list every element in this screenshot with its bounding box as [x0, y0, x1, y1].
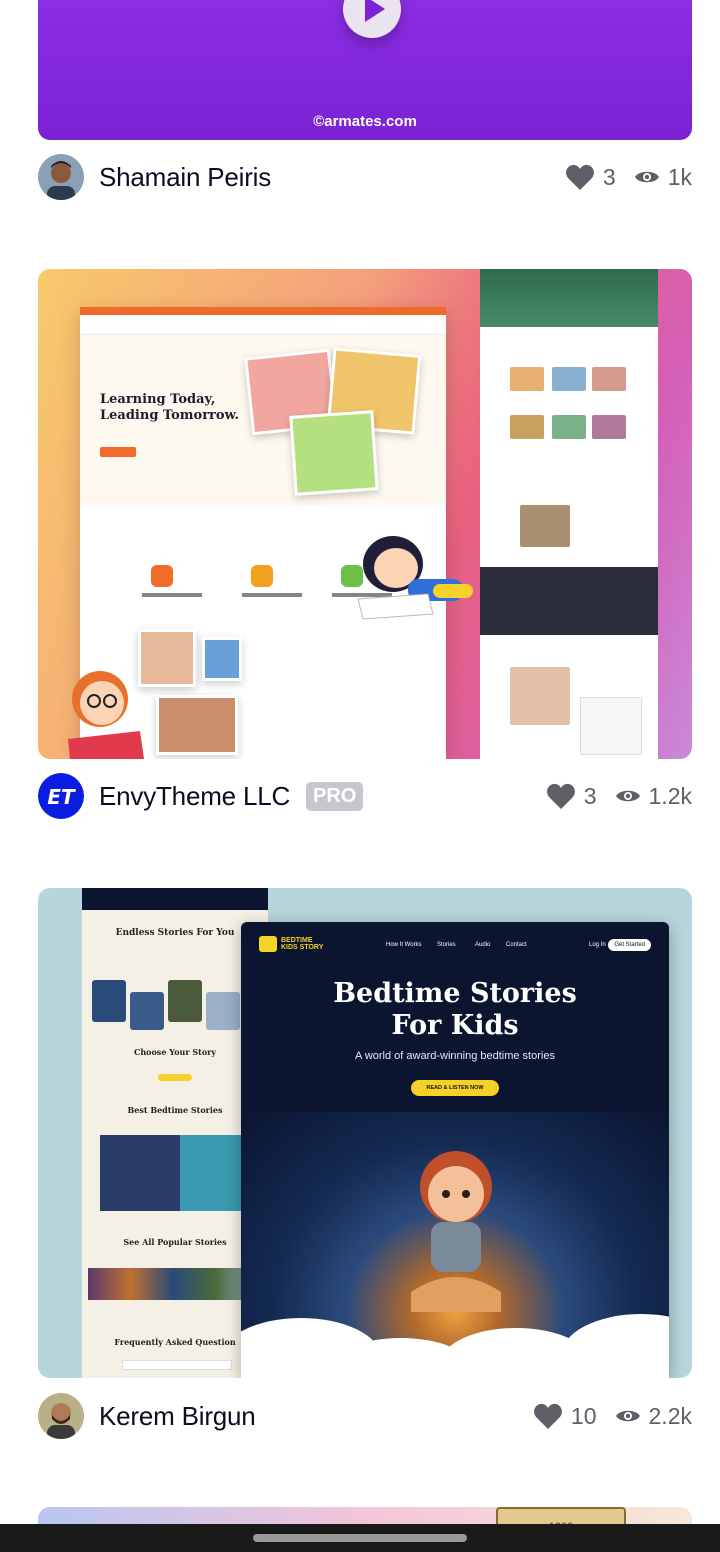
shot-meta: Kerem Birgun 10 2.2k [38, 1391, 692, 1441]
shot-thumbnail[interactable]: ©armates.com [38, 0, 692, 140]
like-button[interactable]: 10 [533, 1402, 597, 1430]
shot-stats: 10 2.2k [533, 1402, 692, 1430]
avatar[interactable] [38, 1393, 84, 1439]
eye-icon [634, 171, 659, 183]
preview-hero-title: Learning Today, Leading Tomorrow. [100, 392, 239, 423]
like-count: 3 [583, 782, 597, 809]
shot-thumbnail[interactable]: Learning Today, Leading Tomorrow. [38, 269, 692, 759]
like-count: 10 [570, 1402, 597, 1429]
author-name[interactable]: Shamain Peiris [99, 162, 271, 193]
shot-stats: 3 1.2k [546, 782, 692, 810]
preview-main-page: BEDTIME KIDS STORY How It Works Stories … [241, 922, 669, 1378]
eye-icon [615, 790, 640, 802]
cartoon-child-illustration [411, 1151, 501, 1312]
eye-icon [615, 1410, 640, 1422]
preview-right-page [480, 269, 658, 759]
shot-thumbnail[interactable]: Endless Stories For You Choose Your Stor… [38, 888, 692, 1378]
preview-photo [289, 410, 379, 496]
author-name[interactable]: EnvyTheme LLC [99, 781, 290, 812]
view-count: 1k [667, 163, 692, 190]
like-count: 3 [602, 163, 616, 190]
view-stat: 1k [634, 164, 692, 191]
home-gesture-handle[interactable] [253, 1534, 467, 1542]
watermark: ©armates.com [313, 113, 417, 130]
shot-stats: 3 1k [565, 163, 692, 191]
play-icon[interactable] [343, 0, 401, 38]
author-name[interactable]: Kerem Birgun [99, 1401, 256, 1432]
svg-text:ET: ET [47, 785, 76, 809]
shot-meta: Shamain Peiris 3 1k [38, 152, 692, 202]
system-navigation-bar [0, 1524, 720, 1552]
heart-icon [533, 1403, 562, 1429]
view-count: 2.2k [648, 1402, 692, 1429]
avatar[interactable]: ET [38, 773, 84, 819]
like-button[interactable]: 3 [546, 782, 597, 810]
view-stat: 1.2k [615, 783, 692, 810]
book-logo-icon [259, 936, 277, 952]
like-button[interactable]: 3 [565, 163, 616, 191]
cartoon-girl-illustration [357, 536, 473, 620]
view-count: 1.2k [648, 782, 692, 809]
pro-badge: PRO [306, 781, 364, 811]
night-scene-illustration [241, 1112, 669, 1378]
preview-hero-title: Bedtime Stories For Kids [333, 978, 577, 1041]
team-photo [480, 567, 658, 635]
cartoon-boy-illustration [68, 671, 144, 759]
avatar[interactable] [38, 154, 84, 200]
shot-meta: ET EnvyTheme LLC PRO 3 1.2k [38, 771, 692, 821]
heart-icon [546, 783, 575, 809]
heart-icon [565, 164, 594, 190]
view-stat: 2.2k [615, 1403, 692, 1430]
